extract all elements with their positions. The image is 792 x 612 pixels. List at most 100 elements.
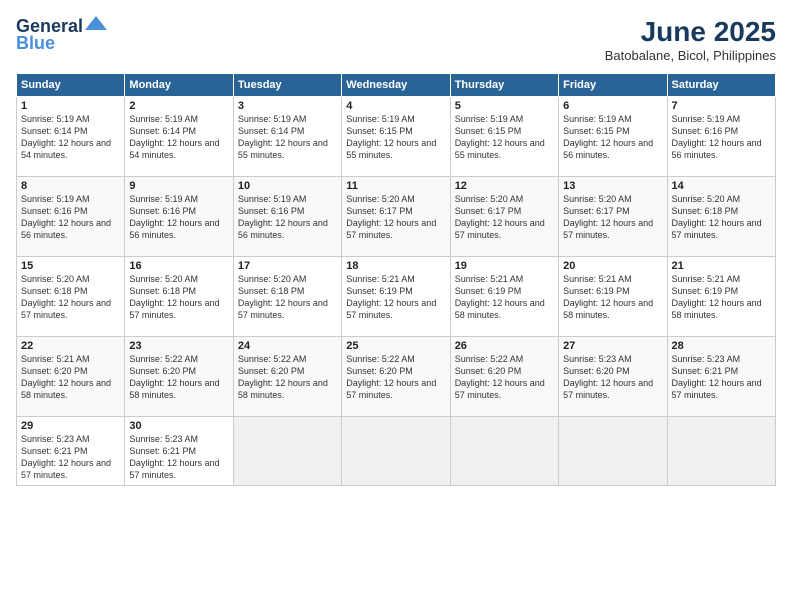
- day-number: 30: [129, 420, 228, 432]
- day-info: Sunrise: 5:19 AMSunset: 6:16 PMDaylight:…: [238, 193, 337, 242]
- col-monday: Monday: [125, 74, 233, 97]
- day-info: Sunrise: 5:21 AMSunset: 6:19 PMDaylight:…: [563, 273, 662, 322]
- day-info: Sunrise: 5:19 AMSunset: 6:15 PMDaylight:…: [563, 113, 662, 162]
- day-number: 20: [563, 260, 662, 272]
- day-info: Sunrise: 5:20 AMSunset: 6:18 PMDaylight:…: [672, 193, 771, 242]
- day-number: 24: [238, 340, 337, 352]
- table-cell: 1Sunrise: 5:19 AMSunset: 6:14 PMDaylight…: [17, 97, 125, 177]
- table-cell: 22Sunrise: 5:21 AMSunset: 6:20 PMDayligh…: [17, 337, 125, 417]
- day-info: Sunrise: 5:19 AMSunset: 6:16 PMDaylight:…: [129, 193, 228, 242]
- calendar-table: Sunday Monday Tuesday Wednesday Thursday…: [16, 73, 776, 486]
- table-cell: 19Sunrise: 5:21 AMSunset: 6:19 PMDayligh…: [450, 257, 558, 337]
- day-info: Sunrise: 5:23 AMSunset: 6:21 PMDaylight:…: [21, 433, 120, 482]
- day-number: 25: [346, 340, 445, 352]
- day-info: Sunrise: 5:21 AMSunset: 6:19 PMDaylight:…: [346, 273, 445, 322]
- table-row: 15Sunrise: 5:20 AMSunset: 6:18 PMDayligh…: [17, 257, 776, 337]
- day-info: Sunrise: 5:19 AMSunset: 6:14 PMDaylight:…: [129, 113, 228, 162]
- day-number: 27: [563, 340, 662, 352]
- day-number: 6: [563, 100, 662, 112]
- table-cell: [559, 417, 667, 486]
- table-cell: 30Sunrise: 5:23 AMSunset: 6:21 PMDayligh…: [125, 417, 233, 486]
- day-number: 2: [129, 100, 228, 112]
- day-info: Sunrise: 5:20 AMSunset: 6:17 PMDaylight:…: [563, 193, 662, 242]
- table-cell: 8Sunrise: 5:19 AMSunset: 6:16 PMDaylight…: [17, 177, 125, 257]
- month-title: June 2025: [605, 16, 776, 48]
- day-number: 23: [129, 340, 228, 352]
- table-cell: 2Sunrise: 5:19 AMSunset: 6:14 PMDaylight…: [125, 97, 233, 177]
- table-row: 8Sunrise: 5:19 AMSunset: 6:16 PMDaylight…: [17, 177, 776, 257]
- table-cell: 17Sunrise: 5:20 AMSunset: 6:18 PMDayligh…: [233, 257, 341, 337]
- logo-blue: Blue: [16, 33, 55, 54]
- day-number: 3: [238, 100, 337, 112]
- table-cell: 21Sunrise: 5:21 AMSunset: 6:19 PMDayligh…: [667, 257, 775, 337]
- col-wednesday: Wednesday: [342, 74, 450, 97]
- day-number: 14: [672, 180, 771, 192]
- day-number: 13: [563, 180, 662, 192]
- day-number: 12: [455, 180, 554, 192]
- day-info: Sunrise: 5:20 AMSunset: 6:17 PMDaylight:…: [455, 193, 554, 242]
- page: General Blue June 2025 Batobalane, Bicol…: [0, 0, 792, 612]
- location: Batobalane, Bicol, Philippines: [605, 48, 776, 63]
- day-number: 28: [672, 340, 771, 352]
- day-number: 7: [672, 100, 771, 112]
- day-info: Sunrise: 5:23 AMSunset: 6:20 PMDaylight:…: [563, 353, 662, 402]
- day-info: Sunrise: 5:19 AMSunset: 6:15 PMDaylight:…: [346, 113, 445, 162]
- day-number: 4: [346, 100, 445, 112]
- table-cell: 13Sunrise: 5:20 AMSunset: 6:17 PMDayligh…: [559, 177, 667, 257]
- day-number: 19: [455, 260, 554, 272]
- day-number: 16: [129, 260, 228, 272]
- day-number: 10: [238, 180, 337, 192]
- day-number: 11: [346, 180, 445, 192]
- table-row: 1Sunrise: 5:19 AMSunset: 6:14 PMDaylight…: [17, 97, 776, 177]
- day-info: Sunrise: 5:19 AMSunset: 6:14 PMDaylight:…: [238, 113, 337, 162]
- day-info: Sunrise: 5:21 AMSunset: 6:19 PMDaylight:…: [455, 273, 554, 322]
- table-cell: 26Sunrise: 5:22 AMSunset: 6:20 PMDayligh…: [450, 337, 558, 417]
- logo-icon: [85, 16, 107, 30]
- day-info: Sunrise: 5:19 AMSunset: 6:16 PMDaylight:…: [21, 193, 120, 242]
- day-number: 29: [21, 420, 120, 432]
- table-cell: 3Sunrise: 5:19 AMSunset: 6:14 PMDaylight…: [233, 97, 341, 177]
- day-info: Sunrise: 5:19 AMSunset: 6:14 PMDaylight:…: [21, 113, 120, 162]
- col-sunday: Sunday: [17, 74, 125, 97]
- day-number: 15: [21, 260, 120, 272]
- day-info: Sunrise: 5:23 AMSunset: 6:21 PMDaylight:…: [129, 433, 228, 482]
- day-info: Sunrise: 5:22 AMSunset: 6:20 PMDaylight:…: [129, 353, 228, 402]
- day-info: Sunrise: 5:22 AMSunset: 6:20 PMDaylight:…: [238, 353, 337, 402]
- day-number: 21: [672, 260, 771, 272]
- day-info: Sunrise: 5:21 AMSunset: 6:20 PMDaylight:…: [21, 353, 120, 402]
- col-thursday: Thursday: [450, 74, 558, 97]
- day-info: Sunrise: 5:20 AMSunset: 6:17 PMDaylight:…: [346, 193, 445, 242]
- table-cell: 28Sunrise: 5:23 AMSunset: 6:21 PMDayligh…: [667, 337, 775, 417]
- logo: General Blue: [16, 16, 107, 54]
- day-number: 8: [21, 180, 120, 192]
- table-cell: 14Sunrise: 5:20 AMSunset: 6:18 PMDayligh…: [667, 177, 775, 257]
- table-cell: 24Sunrise: 5:22 AMSunset: 6:20 PMDayligh…: [233, 337, 341, 417]
- table-cell: [450, 417, 558, 486]
- day-info: Sunrise: 5:20 AMSunset: 6:18 PMDaylight:…: [21, 273, 120, 322]
- day-number: 22: [21, 340, 120, 352]
- day-info: Sunrise: 5:20 AMSunset: 6:18 PMDaylight:…: [238, 273, 337, 322]
- table-cell: 11Sunrise: 5:20 AMSunset: 6:17 PMDayligh…: [342, 177, 450, 257]
- header: General Blue June 2025 Batobalane, Bicol…: [16, 16, 776, 63]
- table-cell: 18Sunrise: 5:21 AMSunset: 6:19 PMDayligh…: [342, 257, 450, 337]
- table-cell: 16Sunrise: 5:20 AMSunset: 6:18 PMDayligh…: [125, 257, 233, 337]
- table-cell: [667, 417, 775, 486]
- table-cell: [342, 417, 450, 486]
- table-cell: 7Sunrise: 5:19 AMSunset: 6:16 PMDaylight…: [667, 97, 775, 177]
- day-info: Sunrise: 5:21 AMSunset: 6:19 PMDaylight:…: [672, 273, 771, 322]
- title-area: June 2025 Batobalane, Bicol, Philippines: [605, 16, 776, 63]
- day-number: 1: [21, 100, 120, 112]
- day-info: Sunrise: 5:20 AMSunset: 6:18 PMDaylight:…: [129, 273, 228, 322]
- table-cell: 9Sunrise: 5:19 AMSunset: 6:16 PMDaylight…: [125, 177, 233, 257]
- calendar-header-row: Sunday Monday Tuesday Wednesday Thursday…: [17, 74, 776, 97]
- table-cell: 4Sunrise: 5:19 AMSunset: 6:15 PMDaylight…: [342, 97, 450, 177]
- table-cell: 23Sunrise: 5:22 AMSunset: 6:20 PMDayligh…: [125, 337, 233, 417]
- day-info: Sunrise: 5:19 AMSunset: 6:15 PMDaylight:…: [455, 113, 554, 162]
- table-cell: 5Sunrise: 5:19 AMSunset: 6:15 PMDaylight…: [450, 97, 558, 177]
- table-cell: 6Sunrise: 5:19 AMSunset: 6:15 PMDaylight…: [559, 97, 667, 177]
- day-info: Sunrise: 5:22 AMSunset: 6:20 PMDaylight:…: [455, 353, 554, 402]
- col-saturday: Saturday: [667, 74, 775, 97]
- day-number: 26: [455, 340, 554, 352]
- day-info: Sunrise: 5:23 AMSunset: 6:21 PMDaylight:…: [672, 353, 771, 402]
- day-number: 17: [238, 260, 337, 272]
